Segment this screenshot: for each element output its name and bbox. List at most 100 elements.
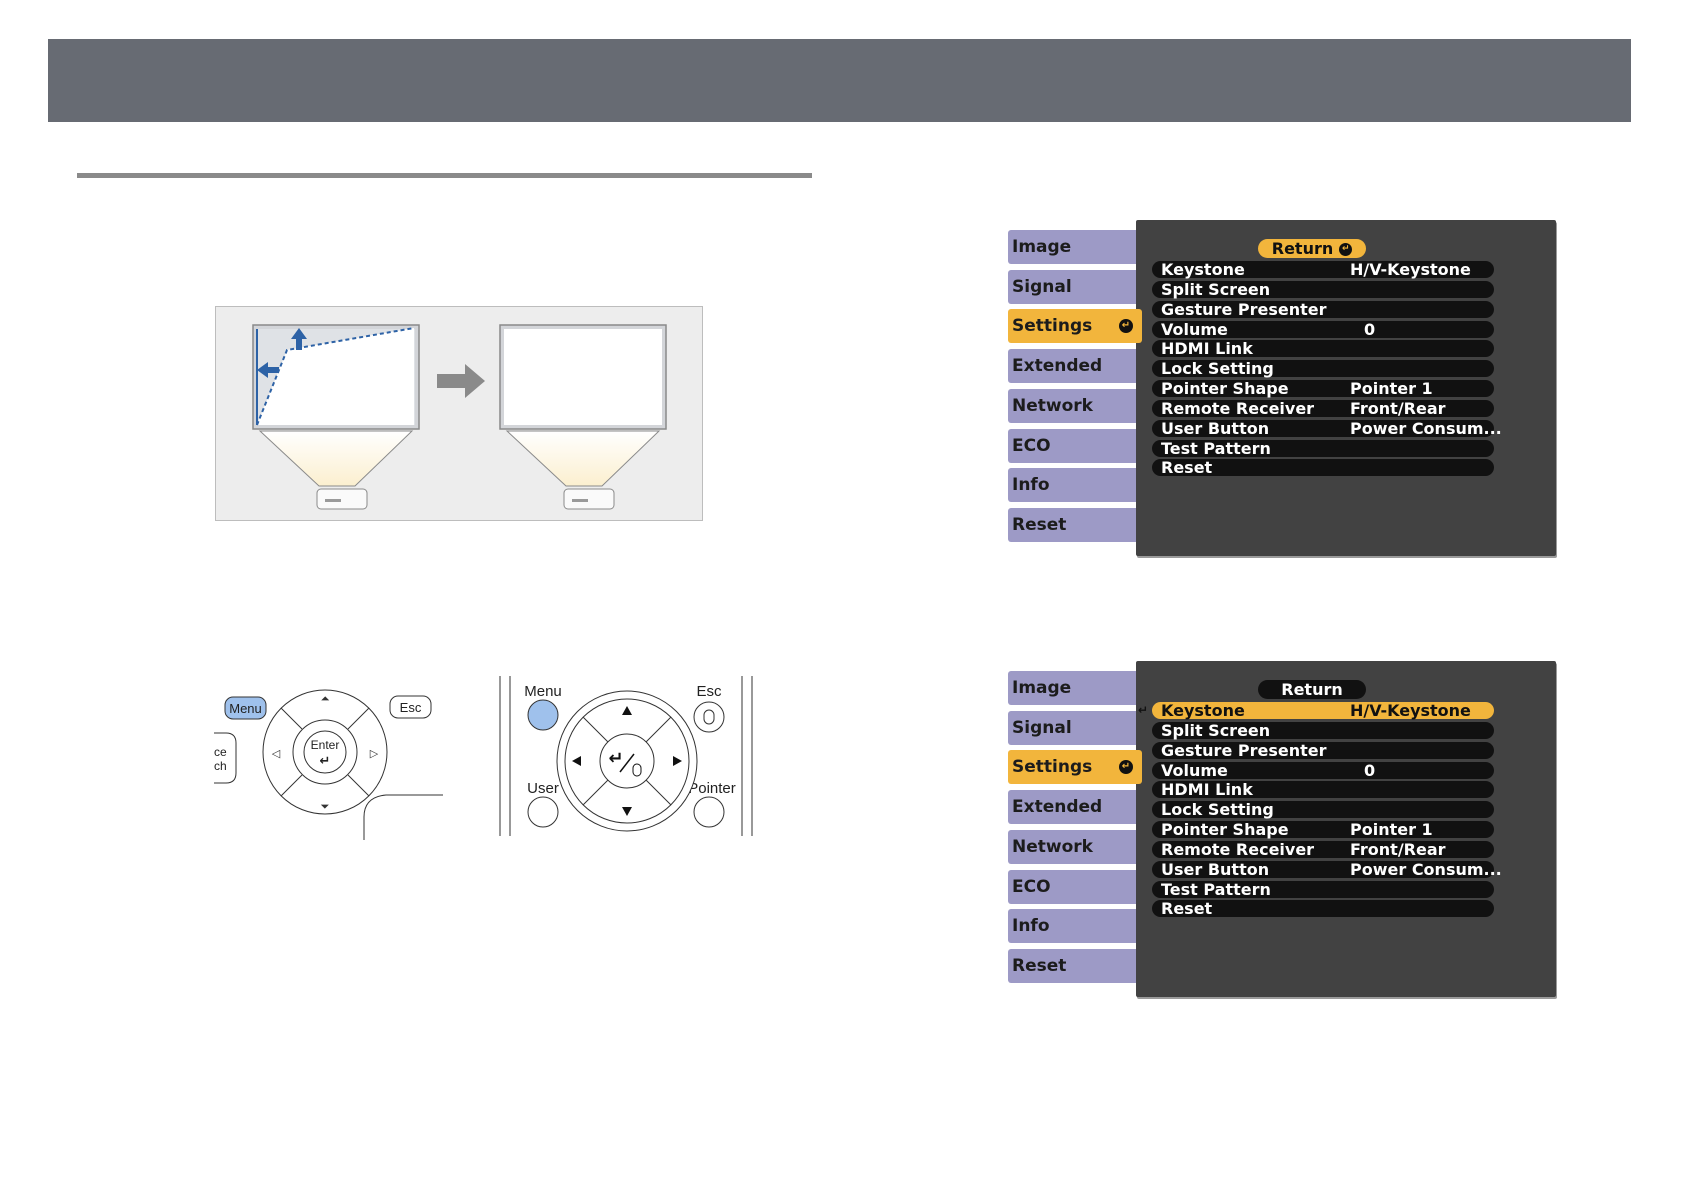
row-label: Split Screen (1161, 279, 1271, 299)
esc-button-label: Esc (400, 700, 422, 715)
return-button[interactable]: Return (1258, 680, 1366, 699)
row-label: Lock Setting (1161, 359, 1274, 379)
keystone-correction-illustration (215, 306, 703, 521)
tab-settings[interactable]: Settings ↵ (1008, 750, 1142, 785)
tab-extended[interactable]: Extended (1008, 349, 1136, 384)
tab-image[interactable]: Image (1008, 230, 1136, 264)
row-label: Keystone (1161, 701, 1245, 720)
menu-row-lock-setting[interactable]: Lock Setting (1152, 801, 1494, 819)
menu-row-gesture-presenter[interactable]: Gesture Presenter (1152, 300, 1494, 318)
tab-signal[interactable]: Signal (1008, 710, 1136, 745)
tab-label: ECO (1012, 876, 1051, 897)
tab-reset[interactable]: Reset (1008, 948, 1136, 983)
tab-settings[interactable]: Settings ↵ (1008, 309, 1142, 344)
remote-direction-pad[interactable]: ↵ (556, 690, 698, 832)
volume-down-icon: ◁ (272, 747, 281, 760)
row-label: Gesture Presenter (1161, 740, 1327, 760)
menu-row-lock-setting[interactable]: Lock Setting (1152, 359, 1494, 379)
menu-row-split-screen[interactable]: Split Screen (1152, 279, 1494, 299)
return-button[interactable]: Return ↵ (1258, 239, 1366, 258)
tab-label: Reset (1012, 955, 1067, 976)
tab-network[interactable]: Network (1008, 388, 1136, 423)
row-value: H/V-Keystone (1350, 701, 1471, 720)
remote-menu-label: Menu (524, 683, 562, 700)
tab-label: Extended (1012, 797, 1103, 818)
remote-pointer-label: Pointer (688, 780, 736, 797)
row-value: Power Consum... (1350, 418, 1502, 438)
source-search-button-partial[interactable]: ce ch (214, 732, 237, 784)
menu-row-remote-receiver[interactable]: Remote Receiver Front/Rear (1152, 839, 1494, 859)
menu-row-volume[interactable]: Volume 0 (1152, 760, 1494, 780)
tab-signal[interactable]: Signal (1008, 269, 1136, 304)
esc-button[interactable]: Esc (389, 695, 432, 719)
tab-label: Network (1012, 395, 1093, 416)
tab-info[interactable]: Info (1008, 468, 1136, 503)
row-label: Reset (1161, 458, 1213, 478)
tab-image[interactable]: Image (1008, 671, 1136, 705)
remote-pointer-button[interactable] (693, 796, 725, 828)
remote-control-illustration: Menu Esc User Pointer ↵ (499, 676, 753, 836)
menu-row-test-pattern[interactable]: Test Pattern (1152, 438, 1494, 458)
menu-row-split-screen[interactable]: Split Screen (1152, 720, 1494, 740)
tab-reset[interactable]: Reset (1008, 507, 1136, 542)
tab-eco[interactable]: ECO (1008, 869, 1136, 904)
menu-row-gesture-presenter[interactable]: Gesture Presenter (1152, 740, 1494, 760)
enter-icon: ↵ (1138, 703, 1149, 717)
menu-row-remote-receiver[interactable]: Remote Receiver Front/Rear (1152, 399, 1494, 417)
menu-row-pointer-shape[interactable]: Pointer Shape Pointer 1 (1152, 820, 1494, 840)
menu-row-hdmi-link[interactable]: HDMI Link (1152, 339, 1494, 359)
row-label: Keystone (1161, 260, 1245, 279)
row-label: Pointer Shape (1161, 379, 1289, 399)
enter-icon: ↵ (1119, 319, 1133, 334)
tab-label: Settings (1012, 757, 1093, 778)
remote-user-button[interactable] (527, 796, 559, 828)
row-label: Test Pattern (1161, 438, 1271, 458)
remote-user-label: User (527, 780, 559, 797)
menu-row-user-button[interactable]: User Button Power Consum... (1152, 859, 1502, 879)
tab-label: Network (1012, 836, 1093, 857)
keystone-up-icon: ⏶ (321, 692, 330, 705)
projector-right (563, 488, 615, 510)
direction-pad[interactable]: ⏶ ⏷ ◁ ▷ Enter ↵ (262, 689, 388, 815)
menu-row-keystone[interactable]: Keystone ↵ H/V-Keystone (1138, 701, 1494, 720)
remote-menu-button[interactable] (527, 699, 559, 731)
menu-row-reset[interactable]: Reset (1152, 900, 1494, 918)
menu-row-pointer-shape[interactable]: Pointer Shape Pointer 1 (1152, 379, 1494, 399)
row-label: Volume (1161, 760, 1228, 780)
row-value: 0 (1364, 760, 1376, 780)
remote-esc-button[interactable] (693, 701, 725, 733)
source-label-fragment-bottom: ch (214, 759, 227, 773)
row-value: Power Consum... (1350, 859, 1502, 879)
row-value: Pointer 1 (1350, 820, 1433, 840)
menu-row-keystone[interactable]: Keystone H/V-Keystone (1152, 261, 1494, 278)
enter-button-label: Enter (311, 738, 340, 752)
row-label: Remote Receiver (1161, 839, 1315, 859)
menu-row-user-button[interactable]: User Button Power Consum... (1152, 419, 1502, 437)
menu-row-hdmi-link[interactable]: HDMI Link (1152, 781, 1494, 799)
menu-row-reset[interactable]: Reset (1152, 458, 1494, 478)
tab-label: Reset (1012, 514, 1067, 535)
tab-label: Signal (1012, 276, 1072, 297)
row-label: Volume (1161, 319, 1228, 339)
tab-extended[interactable]: Extended (1008, 790, 1136, 825)
source-label-fragment-top: ce (214, 745, 227, 759)
settings-rows: Keystone ↵ H/V-Keystone Split Screen Gesture… (1138, 701, 1502, 920)
tab-label: Extended (1012, 356, 1103, 377)
row-label: Split Screen (1161, 720, 1271, 740)
menu-button[interactable]: Menu (224, 696, 267, 720)
header-bar (48, 39, 1631, 122)
tab-info[interactable]: Info (1008, 909, 1136, 944)
tab-network[interactable]: Network (1008, 829, 1136, 864)
volume-up-icon: ▷ (370, 747, 379, 760)
projector-left (316, 488, 368, 510)
row-value: Pointer 1 (1350, 379, 1433, 399)
control-panel-illustration: Menu Esc ce ch ⏶ ⏷ ◁ ▷ Enter ↵ (214, 689, 443, 840)
enter-icon: ↵ (1119, 760, 1133, 775)
menu-row-test-pattern[interactable]: Test Pattern (1152, 880, 1494, 898)
return-label: Return (1281, 680, 1343, 699)
row-label: HDMI Link (1161, 339, 1253, 359)
tab-eco[interactable]: ECO (1008, 428, 1136, 463)
menu-row-volume[interactable]: Volume 0 (1152, 319, 1494, 339)
tab-label: Image (1012, 678, 1072, 698)
row-label: User Button (1161, 859, 1270, 879)
